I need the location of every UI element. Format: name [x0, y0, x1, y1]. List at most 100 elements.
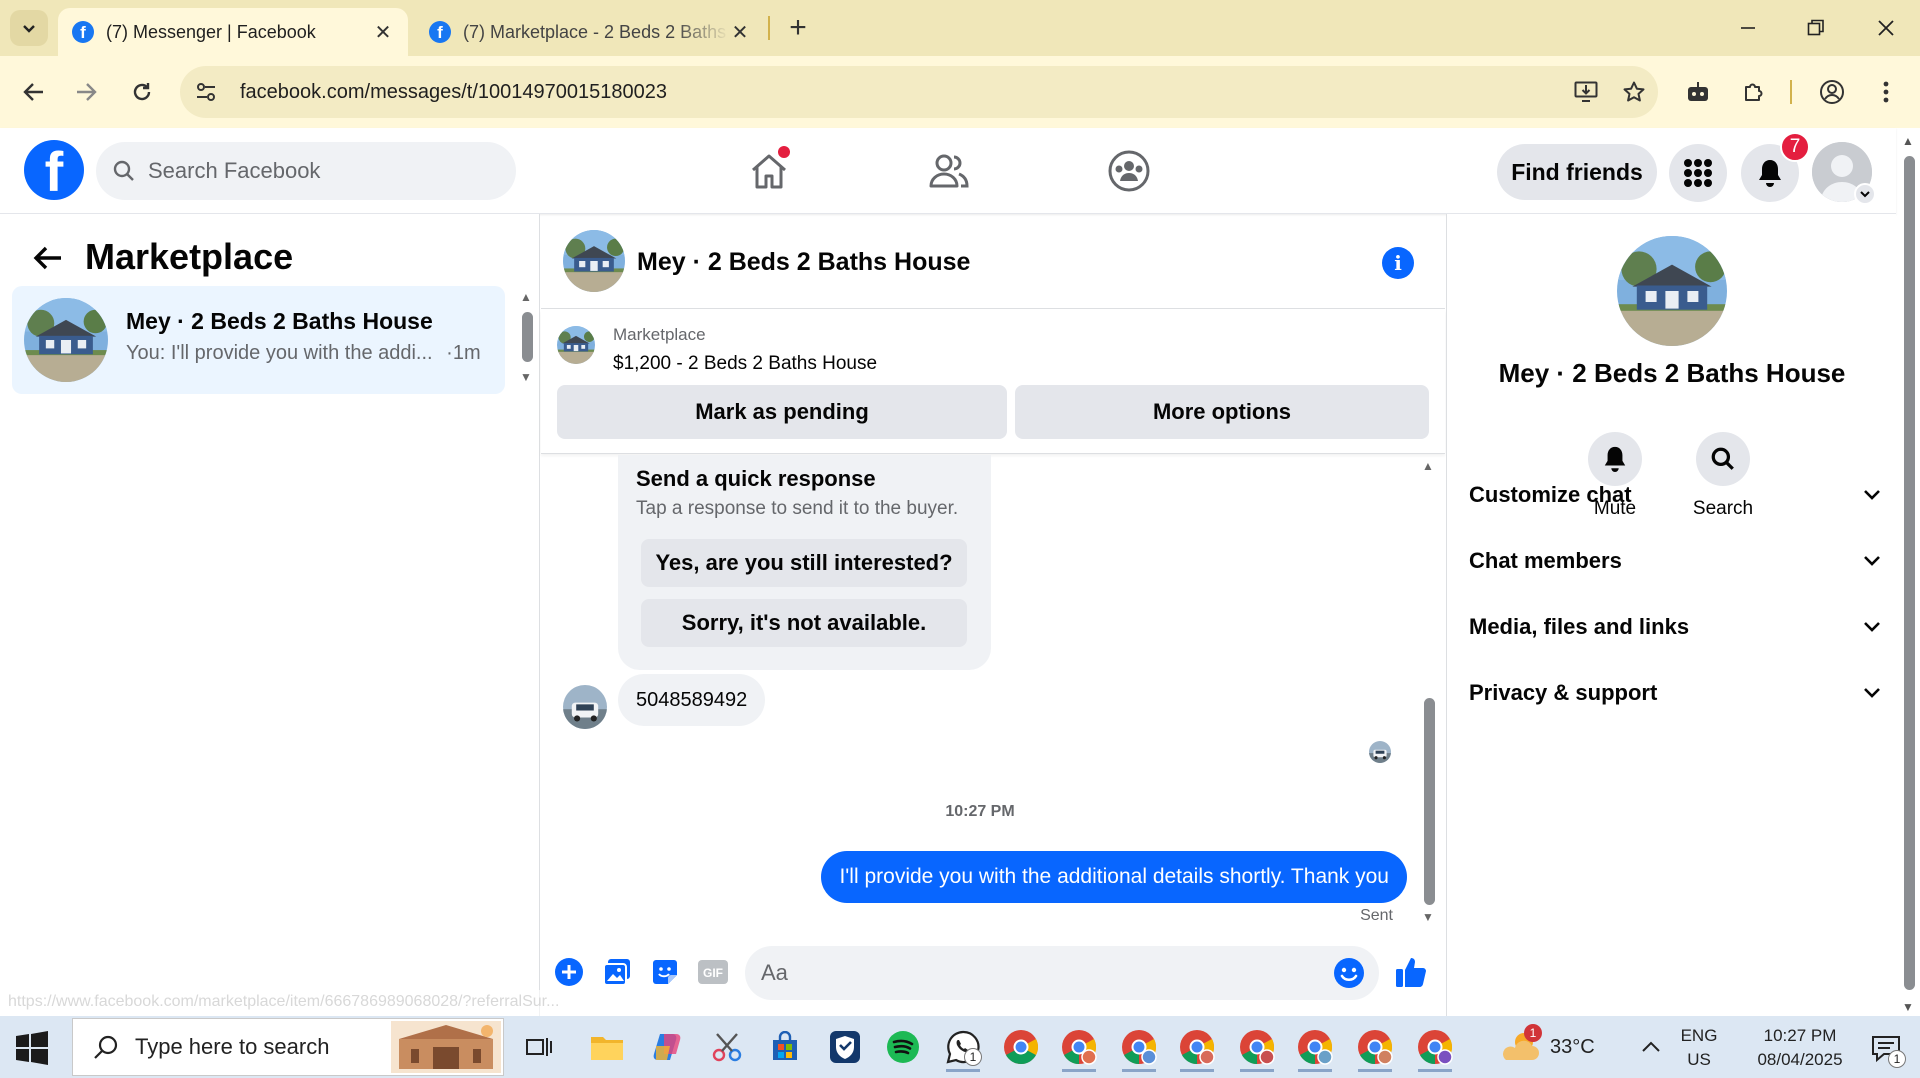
copilot-icon[interactable]	[640, 1022, 694, 1072]
sidebar-title: Marketplace	[85, 236, 294, 277]
chat-avatar[interactable]	[563, 230, 625, 292]
scroll-up-arrow-icon[interactable]: ▲	[1902, 134, 1914, 148]
scroll-up-arrow-icon[interactable]: ▲	[1422, 459, 1434, 473]
conversation-info-icon[interactable]: i	[1382, 247, 1414, 279]
quick-response-option[interactable]: Yes, are you still interested?	[641, 539, 967, 587]
sticker-button[interactable]	[647, 954, 683, 990]
task-view-icon[interactable]	[512, 1022, 566, 1072]
close-window-button[interactable]	[1856, 4, 1916, 52]
privacy-support-section[interactable]: Privacy & support	[1469, 668, 1881, 718]
close-tab-icon[interactable]: ✕	[372, 20, 394, 45]
taskbar-search-box[interactable]: Type here to search	[72, 1018, 504, 1076]
incoming-message-bubble[interactable]: 5048589492	[618, 674, 766, 726]
site-info-icon[interactable]	[180, 81, 232, 103]
spotify-icon[interactable]	[876, 1022, 930, 1072]
listing-thumbnail[interactable]	[557, 326, 595, 364]
chrome-profile-icon[interactable]	[1408, 1022, 1462, 1072]
thread-scrollbar-thumb[interactable]	[1424, 698, 1435, 905]
file-explorer-icon[interactable]	[580, 1022, 634, 1072]
back-to-chats-button[interactable]	[28, 238, 68, 278]
show-hidden-icons-chevron-icon[interactable]	[1636, 1032, 1666, 1062]
action-center-icon[interactable]: 1	[1870, 1032, 1906, 1068]
facebook-search-input[interactable]	[148, 158, 488, 184]
forward-button[interactable]	[66, 72, 106, 112]
find-friends-button[interactable]: Find friends	[1497, 144, 1657, 200]
more-actions-button[interactable]	[551, 954, 587, 990]
mark-as-pending-button[interactable]: Mark as pending	[557, 385, 1007, 439]
outgoing-message-bubble[interactable]: I'll provide you with the additional det…	[821, 851, 1407, 903]
conversation-avatar	[24, 298, 108, 382]
input-language-indicator[interactable]: ENG US	[1676, 1024, 1722, 1072]
chrome-icon[interactable]	[994, 1022, 1048, 1072]
message-input[interactable]	[761, 960, 1281, 986]
scroll-down-arrow-icon[interactable]: ▼	[1422, 910, 1434, 924]
scroll-up-arrow-icon[interactable]: ▲	[520, 290, 532, 304]
microsoft-store-icon[interactable]	[758, 1022, 812, 1072]
chrome-profile-icon[interactable]	[1112, 1022, 1166, 1072]
chat-members-section[interactable]: Chat members	[1469, 536, 1881, 586]
message-input-box[interactable]	[745, 946, 1379, 1000]
tab-separator	[768, 16, 770, 40]
profile-account-icon[interactable]	[1812, 72, 1852, 112]
snipping-tool-icon[interactable]	[700, 1022, 754, 1072]
minimize-button[interactable]	[1718, 4, 1778, 52]
install-app-icon[interactable]	[1562, 68, 1610, 116]
nav-home[interactable]	[734, 142, 804, 200]
vpn-shield-icon[interactable]	[818, 1022, 872, 1072]
scroll-down-arrow-icon[interactable]: ▼	[1902, 1000, 1914, 1014]
close-icon	[1878, 20, 1894, 36]
listing-label: Marketplace	[613, 325, 706, 344]
nav-friends[interactable]	[914, 142, 984, 200]
page-scrollbar-thumb[interactable]	[1904, 156, 1915, 990]
chrome-profile-icon[interactable]	[1288, 1022, 1342, 1072]
windows-start-icon[interactable]	[14, 1030, 50, 1066]
scroll-down-arrow-icon[interactable]: ▼	[520, 370, 532, 384]
more-options-button[interactable]: More options	[1015, 385, 1429, 439]
action-center-count: 1	[1888, 1050, 1906, 1068]
bookmark-star-icon[interactable]	[1610, 68, 1658, 116]
new-tab-button[interactable]: +	[780, 8, 816, 48]
address-bar[interactable]: facebook.com/messages/t/1001497001518002…	[180, 66, 1658, 118]
attach-media-button[interactable]	[599, 954, 635, 990]
menu-grid-button[interactable]	[1669, 144, 1727, 202]
media-files-links-section[interactable]: Media, files and links	[1469, 602, 1881, 652]
info-panel-avatar[interactable]	[1617, 236, 1727, 346]
customize-chat-section[interactable]: Customize chat	[1469, 470, 1881, 520]
weather-widget[interactable]: 1 33°C	[1500, 1024, 1630, 1068]
tab-search-dropdown[interactable]	[10, 10, 48, 46]
browser-tab-marketplace[interactable]: f (7) Marketplace - 2 Beds 2 Baths House…	[415, 8, 765, 56]
chat-title[interactable]: Mey · 2 Beds 2 Baths House	[637, 248, 970, 277]
browser-tab-messenger[interactable]: f (7) Messenger | Facebook ✕	[58, 8, 408, 56]
new-activity-dot	[778, 146, 790, 158]
back-button[interactable]	[14, 72, 54, 112]
sidebar-scrollbar-thumb[interactable]	[522, 312, 533, 362]
restore-button[interactable]	[1786, 4, 1846, 52]
section-label: Chat members	[1469, 548, 1622, 573]
chrome-profile-icon[interactable]	[1348, 1022, 1402, 1072]
whatsapp-icon[interactable]: 1	[936, 1022, 990, 1072]
plus-circle-icon	[555, 958, 583, 986]
facebook-logo-icon[interactable]: f	[24, 140, 84, 200]
gif-button[interactable]: GIF	[695, 954, 731, 990]
browser-menu-icon[interactable]	[1866, 72, 1906, 112]
close-tab-icon[interactable]: ✕	[729, 20, 751, 45]
clock-time: 10:27 PM	[1763, 1026, 1837, 1045]
temperature-text: 33°C	[1550, 1035, 1595, 1058]
system-clock[interactable]: 10:27 PM 08/04/2025	[1740, 1024, 1860, 1072]
extension-robot-icon[interactable]	[1678, 72, 1718, 112]
conversation-list-item[interactable]: Mey · 2 Beds 2 Baths House You: I'll pro…	[12, 286, 505, 394]
listing-title[interactable]: $1,200 - 2 Beds 2 Baths House	[613, 353, 877, 375]
chrome-profile-icon[interactable]	[1052, 1022, 1106, 1072]
send-like-button[interactable]	[1391, 952, 1431, 992]
quick-response-option[interactable]: Sorry, it's not available.	[641, 599, 967, 647]
chrome-profile-icon[interactable]	[1230, 1022, 1284, 1072]
emoji-icon[interactable]	[1333, 957, 1365, 989]
reload-button[interactable]	[122, 72, 162, 112]
facebook-search-box[interactable]	[96, 142, 516, 200]
chrome-profile-icon[interactable]	[1170, 1022, 1224, 1072]
minimize-icon	[1741, 27, 1755, 29]
extensions-puzzle-icon[interactable]	[1734, 72, 1774, 112]
url-text[interactable]: facebook.com/messages/t/1001497001518002…	[240, 81, 1562, 104]
nav-groups[interactable]	[1094, 142, 1164, 200]
account-caret-icon[interactable]	[1854, 183, 1876, 205]
